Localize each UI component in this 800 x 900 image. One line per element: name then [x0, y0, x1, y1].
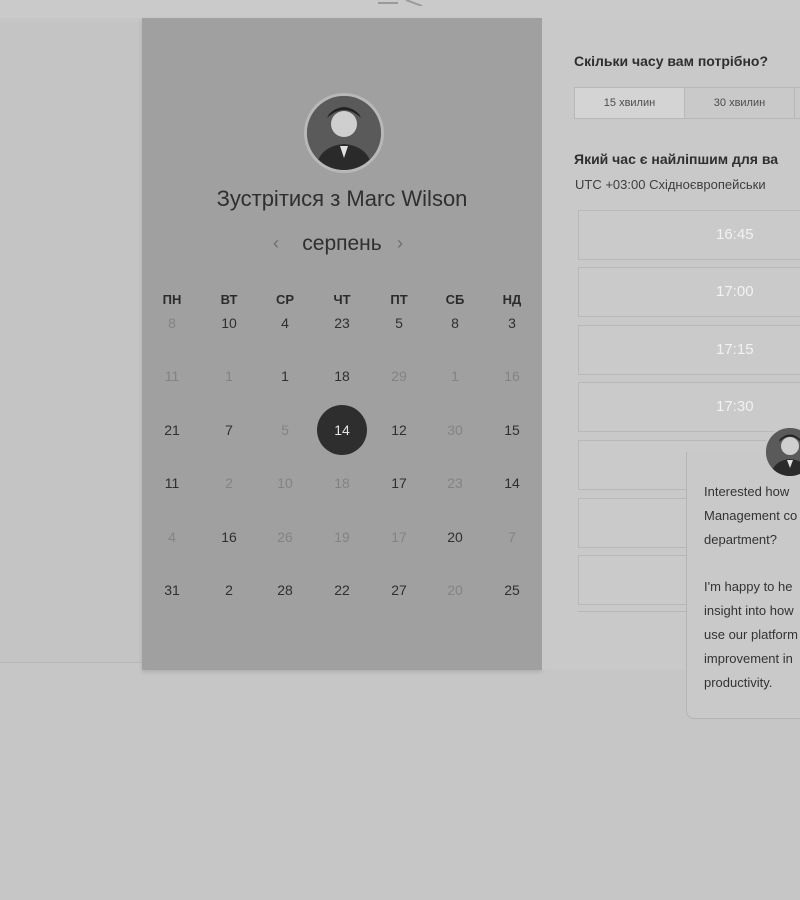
- calendar-day[interactable]: 3: [492, 313, 532, 333]
- time-slot-label: 16:45: [716, 226, 754, 243]
- time-slot[interactable]: 17:30: [578, 382, 800, 432]
- calendar-day[interactable]: 20: [435, 580, 475, 600]
- weekday-header: НД: [502, 292, 522, 307]
- calendar-day[interactable]: 11: [152, 366, 192, 386]
- calendar-day[interactable]: 17: [379, 527, 419, 547]
- calendar-day[interactable]: 1: [265, 366, 305, 386]
- duration-option-15[interactable]: 15 хвилин: [575, 88, 685, 118]
- calendar-day[interactable]: 30: [435, 420, 475, 440]
- calendar-day[interactable]: 16: [492, 366, 532, 386]
- calendar-day[interactable]: 2: [209, 473, 249, 493]
- calendar-day[interactable]: 14: [492, 473, 532, 493]
- calendar-day[interactable]: 19: [322, 527, 362, 547]
- top-arrow-fragment-icon: [378, 0, 423, 6]
- chat-message-line: improvement in: [704, 651, 793, 666]
- chat-message-line: insight into how: [704, 603, 794, 618]
- calendar-day[interactable]: 11: [152, 473, 192, 493]
- chat-message-line: use our platform: [704, 627, 798, 642]
- time-slot[interactable]: 16:45: [578, 210, 800, 260]
- weekday-header: ПН: [162, 292, 182, 307]
- calendar-day[interactable]: 23: [322, 313, 362, 333]
- calendar-day[interactable]: 7: [492, 527, 532, 547]
- selected-day[interactable]: 14: [317, 405, 367, 455]
- weekday-header: ЧТ: [333, 292, 351, 307]
- calendar-day[interactable]: 12: [379, 420, 419, 440]
- time-slot-label: 17:00: [716, 283, 754, 300]
- weekday-header: ПТ: [390, 292, 408, 307]
- calendar-day[interactable]: 25: [492, 580, 532, 600]
- person-avatar-icon: [766, 428, 800, 476]
- chat-message-line: productivity.: [704, 675, 773, 690]
- calendar-day[interactable]: 23: [435, 473, 475, 493]
- backdrop-panel: [0, 22, 142, 663]
- weekday-header: СР: [275, 292, 295, 307]
- calendar-day[interactable]: 4: [265, 313, 305, 333]
- time-question: Який час є найліпшим для ва: [574, 151, 779, 167]
- calendar-day[interactable]: 16: [209, 527, 249, 547]
- duration-option-30[interactable]: 30 хвилин: [685, 88, 795, 118]
- calendar-day[interactable]: 8: [435, 313, 475, 333]
- calendar-day[interactable]: 1: [435, 366, 475, 386]
- calendar-day[interactable]: 5: [379, 313, 419, 333]
- weekday-header: ВТ: [220, 292, 238, 307]
- calendar-day[interactable]: 7: [209, 420, 249, 440]
- calendar-day[interactable]: 15: [492, 420, 532, 440]
- calendar-day[interactable]: 10: [209, 313, 249, 333]
- calendar-day[interactable]: 4: [152, 527, 192, 547]
- time-slot[interactable]: 17:15: [578, 325, 800, 375]
- time-slot[interactable]: 17:00: [578, 267, 800, 317]
- calendar-day[interactable]: 20: [435, 527, 475, 547]
- calendar-day[interactable]: 31: [152, 580, 192, 600]
- calendar-day[interactable]: 2: [209, 580, 249, 600]
- chat-message-line: Management co: [704, 508, 798, 523]
- calendar-day[interactable]: 27: [379, 580, 419, 600]
- calendar-grid: ПН ВТ СР ЧТ ПТ СБ НД 8 10 4 23 5 8 3 11 1 1 18 29 1 1…: [142, 18, 542, 618]
- calendar-day[interactable]: 28: [265, 580, 305, 600]
- calendar-day[interactable]: 21: [152, 420, 192, 440]
- timezone-label[interactable]: UTC +03:00 Східноєвропейськи: [575, 177, 766, 192]
- calendar-day[interactable]: 17: [379, 473, 419, 493]
- chat-message-line: Interested how: [704, 484, 790, 499]
- calendar-panel: Зустрітися з Marc Wilson серпень ‹ › ПН …: [142, 18, 542, 670]
- calendar-day[interactable]: 5: [265, 420, 305, 440]
- duration-question: Скільки часу вам потрібно?: [574, 53, 769, 69]
- duration-selector: 15 хвилин 30 хвилин: [574, 87, 800, 119]
- calendar-day[interactable]: 18: [322, 366, 362, 386]
- calendar-day[interactable]: 1: [209, 366, 249, 386]
- chat-message-line: I'm happy to he: [704, 579, 793, 594]
- calendar-day[interactable]: 18: [322, 473, 362, 493]
- calendar-day[interactable]: 26: [265, 527, 305, 547]
- calendar-day[interactable]: 29: [379, 366, 419, 386]
- calendar-day[interactable]: 10: [265, 473, 305, 493]
- calendar-day[interactable]: 8: [152, 313, 192, 333]
- time-slot-label: 17:15: [716, 341, 754, 358]
- calendar-day[interactable]: 22: [322, 580, 362, 600]
- time-slot-label: 17:30: [716, 398, 754, 415]
- weekday-header: СБ: [445, 292, 465, 307]
- chat-message-line: department?: [704, 532, 777, 547]
